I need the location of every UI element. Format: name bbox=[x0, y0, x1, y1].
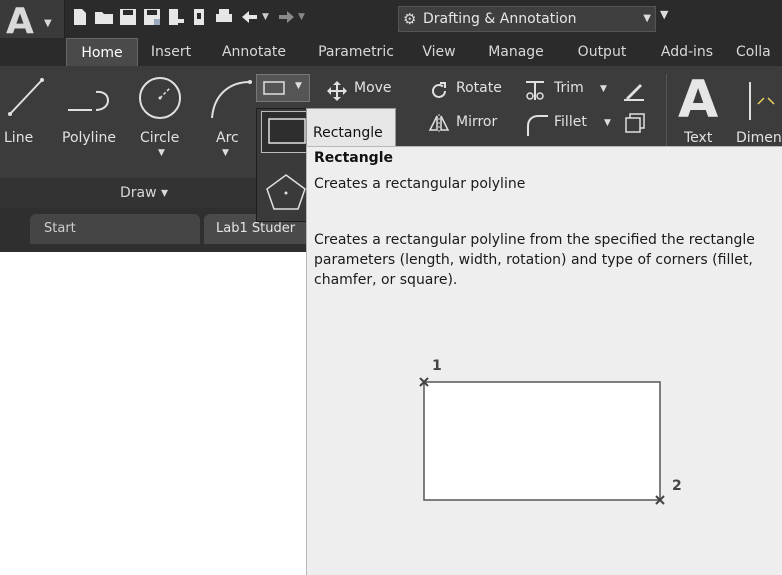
rectangle-icon bbox=[263, 81, 285, 95]
plot-print-icon[interactable] bbox=[214, 7, 234, 27]
tooltip-long-description: Creates a rectangular polyline from the … bbox=[314, 232, 755, 288]
chevron-down-icon: ▼ bbox=[643, 13, 651, 24]
erase-icon[interactable] bbox=[622, 78, 646, 102]
application-menu-button[interactable]: A ▼ bbox=[0, 0, 65, 42]
workspace-switcher[interactable]: ⚙ Drafting & Annotation ▼ bbox=[398, 6, 656, 32]
save-as-icon[interactable] bbox=[142, 7, 162, 27]
circle-dropdown-chevron-icon[interactable]: ▼ bbox=[158, 148, 165, 158]
rectangle-icon bbox=[268, 118, 306, 144]
doc-tab-start[interactable]: Start bbox=[30, 214, 200, 244]
tab-manage[interactable]: Manage bbox=[474, 38, 558, 66]
array-icon[interactable] bbox=[624, 112, 646, 134]
arc-dropdown-chevron-icon[interactable]: ▼ bbox=[222, 148, 229, 158]
redo-icon[interactable] bbox=[276, 7, 296, 27]
tab-add-ins[interactable]: Add-ins bbox=[646, 38, 728, 66]
publish-icon[interactable] bbox=[190, 7, 210, 27]
flyout-rectangle-label: Rectangle bbox=[313, 125, 383, 141]
move-button[interactable]: Move bbox=[354, 80, 392, 96]
mirror-icon bbox=[428, 114, 450, 132]
chevron-down-icon: ▼ bbox=[44, 18, 52, 29]
flyout-item-polygon[interactable] bbox=[261, 169, 311, 213]
line-button[interactable]: Line bbox=[4, 130, 33, 146]
fillet-dropdown-chevron-icon[interactable]: ▼ bbox=[604, 118, 611, 128]
workspace-label: Drafting & Annotation bbox=[423, 11, 577, 27]
save-icon[interactable] bbox=[118, 7, 138, 27]
circle-icon bbox=[139, 77, 181, 119]
tab-insert[interactable]: Insert bbox=[142, 38, 200, 66]
open-folder-icon[interactable] bbox=[94, 7, 114, 27]
tab-parametric[interactable]: Parametric bbox=[308, 38, 404, 66]
polyline-button[interactable]: Polyline bbox=[62, 130, 116, 146]
rectangle-split-button[interactable]: ▼ bbox=[256, 74, 310, 102]
line-icon bbox=[8, 78, 44, 116]
autocad-logo-icon: A bbox=[6, 1, 34, 42]
dimension-icon bbox=[749, 82, 775, 120]
arc-icon bbox=[211, 80, 252, 119]
rotate-icon bbox=[432, 82, 446, 98]
mirror-button[interactable]: Mirror bbox=[456, 114, 497, 130]
tooltip-rectangle-diagram: 1 2 bbox=[419, 358, 682, 505]
chevron-down-icon[interactable]: ▼ bbox=[295, 81, 302, 91]
tab-view[interactable]: View bbox=[414, 38, 464, 66]
polyline-icon bbox=[68, 90, 109, 111]
dimension-button[interactable]: Dimen bbox=[736, 130, 782, 146]
move-icon bbox=[327, 81, 347, 101]
arc-button[interactable]: Arc bbox=[216, 130, 239, 146]
text-button[interactable]: Text bbox=[684, 130, 712, 146]
tab-annotate[interactable]: Annotate bbox=[212, 38, 296, 66]
gear-icon: ⚙ bbox=[403, 10, 417, 28]
undo-dropdown-chevron-icon[interactable]: ▼ bbox=[262, 12, 269, 22]
tooltip-short-description: Creates a rectangular polyline bbox=[314, 176, 526, 192]
tab-collaborate[interactable]: Colla bbox=[736, 38, 782, 66]
diagram-point2-label: 2 bbox=[672, 478, 682, 494]
polygon-icon bbox=[266, 174, 306, 210]
tooltip-title: Rectangle bbox=[314, 150, 393, 166]
trim-dropdown-chevron-icon[interactable]: ▼ bbox=[600, 84, 607, 94]
text-icon: A bbox=[678, 70, 719, 130]
fillet-button[interactable]: Fillet bbox=[554, 114, 587, 130]
redo-dropdown-chevron-icon[interactable]: ▼ bbox=[298, 12, 305, 22]
export-icon[interactable] bbox=[166, 7, 186, 27]
customize-quick-access-icon[interactable]: ▼ bbox=[660, 8, 668, 21]
rotate-button[interactable]: Rotate bbox=[456, 80, 502, 96]
fillet-icon bbox=[527, 115, 548, 136]
undo-icon[interactable] bbox=[240, 7, 260, 27]
tab-output[interactable]: Output bbox=[566, 38, 638, 66]
circle-button[interactable]: Circle bbox=[140, 130, 179, 146]
diagram-point1-label: 1 bbox=[432, 358, 442, 374]
drawing-canvas[interactable] bbox=[0, 252, 305, 574]
tab-home[interactable]: Home bbox=[66, 38, 138, 66]
new-file-icon[interactable] bbox=[70, 7, 90, 27]
draw-panel-title[interactable]: Draw ▾ bbox=[120, 178, 168, 208]
trim-button[interactable]: Trim bbox=[554, 80, 584, 96]
diagram-rectangle bbox=[423, 381, 661, 501]
trim-icon bbox=[526, 81, 544, 100]
